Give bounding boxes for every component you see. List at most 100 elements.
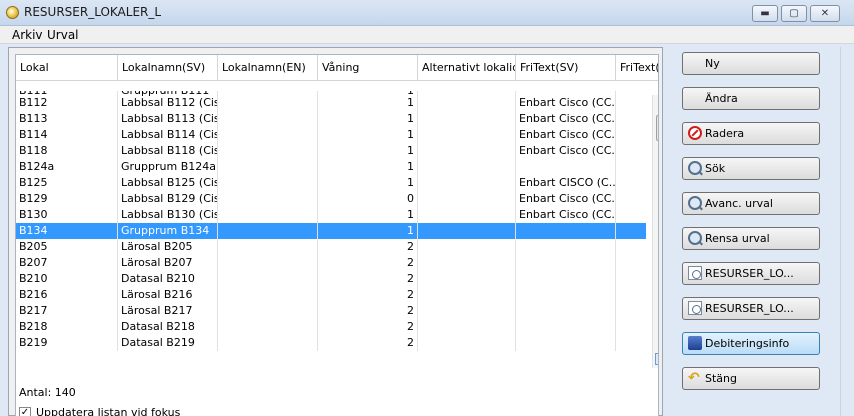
table-row-selected[interactable]: B134 Grupprum B134 1	[16, 223, 646, 239]
column-header-alternativt-lokalid[interactable]: Alternativt lokalid	[418, 55, 516, 81]
cell-lokalnamn-sv: Labbsal B129 (Cis...	[118, 191, 218, 207]
delete-button-label: Radera	[705, 127, 745, 140]
cell-lokal: B134	[16, 223, 118, 239]
cell-lokal: B218	[16, 319, 118, 335]
search-button-label: Sök	[705, 162, 726, 175]
close-button[interactable]: ✕	[810, 5, 840, 22]
cell-lokalnamn-sv: Labbsal B130 (Cis...	[118, 207, 218, 223]
vertical-scrollbar[interactable]: ▲ ▼	[652, 95, 659, 368]
table-row[interactable]: B210 Datasal B210 2	[16, 271, 646, 287]
clear-filter-button-label: Rensa urval	[705, 232, 770, 245]
search-icon	[688, 231, 702, 245]
cell-lokalnamn-sv: Datasal B210	[118, 271, 218, 287]
cell-alternativt-lokalid	[418, 127, 516, 143]
report-button-2[interactable]: RESURSER_LO...	[682, 297, 820, 320]
menu-urval[interactable]: Urval	[47, 28, 79, 42]
scroll-up-icon[interactable]: ▲	[655, 97, 659, 109]
column-header-fritext-sv[interactable]: FriText(SV)	[516, 55, 616, 81]
table-row[interactable]: B216 Lärosal B216 2	[16, 287, 646, 303]
cell-lokalnamn-en	[218, 143, 318, 159]
column-header-fritext-en[interactable]: FriText(E	[616, 55, 658, 81]
window-title: RESURSER_LOKALER_L	[24, 5, 162, 19]
app-icon	[6, 6, 19, 19]
cell-alternativt-lokalid	[418, 95, 516, 111]
menu-bar: Arkiv Urval	[0, 26, 854, 44]
column-header-lokalnamn-en[interactable]: Lokalnamn(EN)	[218, 55, 318, 81]
title-bar: RESURSER_LOKALER_L ▬ ▢ ✕	[0, 0, 854, 26]
report-button-1[interactable]: RESURSER_LO...	[682, 262, 820, 285]
cell-alternativt-lokalid	[418, 175, 516, 191]
row-count: Antal: 140	[19, 386, 76, 399]
clear-filter-button[interactable]: Rensa urval	[682, 227, 820, 250]
maximize-button[interactable]: ▢	[781, 5, 807, 22]
table-header: Lokal Lokalnamn(SV) Lokalnamn(EN) Våning…	[16, 55, 658, 81]
cell-lokalnamn-en	[218, 223, 318, 239]
cell-fritext-sv	[516, 335, 616, 351]
table-row[interactable]: B112Labbsal B112 (Cis... 1 Enbart Cisco (C…	[16, 95, 646, 111]
column-header-lokalnamn-sv[interactable]: Lokalnamn(SV)	[118, 55, 218, 81]
cell-alternativt-lokalid	[418, 335, 516, 351]
cell-fritext-sv	[516, 159, 616, 175]
column-header-vaning[interactable]: Våning	[318, 55, 418, 81]
table-row[interactable]: B218 Datasal B218 2	[16, 319, 646, 335]
new-button[interactable]: Ny	[682, 52, 820, 75]
advanced-filter-button[interactable]: Avanc. urval	[682, 192, 820, 215]
table-row[interactable]: B118Labbsal B118 (Cis... 1 Enbart Cisco (C…	[16, 143, 646, 159]
cell-vaning: 0	[318, 191, 418, 207]
cell-lokalnamn-sv: Lärosal B217	[118, 303, 218, 319]
cell-alternativt-lokalid	[418, 303, 516, 319]
cell-alternativt-lokalid	[418, 255, 516, 271]
close-window-button-label: Stäng	[705, 372, 737, 385]
cell-vaning: 2	[318, 303, 418, 319]
cell-vaning: 1	[318, 127, 418, 143]
cell-lokalnamn-sv: Labbsal B114 (Cis...	[118, 127, 218, 143]
delete-button[interactable]: Radera	[682, 122, 820, 145]
cell-lokal: B210	[16, 271, 118, 287]
cell-lokalnamn-en	[218, 239, 318, 255]
edit-button[interactable]: Ändra	[682, 87, 820, 110]
table-row[interactable]: B129Labbsal B129 (Cis... 0 Enbart Cisco (C…	[16, 191, 646, 207]
cell-lokal: B118	[16, 143, 118, 159]
cell-alternativt-lokalid	[418, 207, 516, 223]
cell-lokalnamn-sv: Grupprum B134	[118, 223, 218, 239]
scroll-down-icon[interactable]: ▼	[655, 353, 658, 365]
table-row[interactable]: B113Labbsal B113 (Cis... 1 Enbart Cisco (C…	[16, 111, 646, 127]
cell-lokalnamn-sv: Lärosal B216	[118, 287, 218, 303]
billing-icon	[688, 336, 702, 350]
table-row[interactable]: B217 Lärosal B217 2	[16, 303, 646, 319]
cell-fritext-sv	[516, 223, 616, 239]
cell-lokalnamn-sv: Labbsal B112 (Cis...	[118, 95, 218, 111]
update-list-checkbox[interactable]: ✓	[19, 407, 31, 416]
cell-alternativt-lokalid	[418, 287, 516, 303]
cell-fritext-sv: Enbart Cisco (CC...	[516, 207, 616, 223]
cell-fritext-sv	[516, 271, 616, 287]
table-row[interactable]: B130Labbsal B130 (Cis... 1 Enbart Cisco (C…	[16, 207, 646, 223]
menu-arkiv[interactable]: Arkiv	[12, 28, 43, 42]
cell-lokal: B129	[16, 191, 118, 207]
back-arrow-icon: ↶	[688, 370, 700, 386]
cell-fritext-sv	[516, 287, 616, 303]
table-row[interactable]: B114Labbsal B114 (Cis... 1 Enbart Cisco (C…	[16, 127, 646, 143]
table-row[interactable]: B207 Lärosal B207 2	[16, 255, 646, 271]
minimize-button[interactable]: ▬	[752, 5, 778, 22]
cell-lokal: B217	[16, 303, 118, 319]
cell-vaning: 1	[318, 143, 418, 159]
cell-vaning: 2	[318, 271, 418, 287]
cell-alternativt-lokalid	[418, 191, 516, 207]
table-row[interactable]: B124a Grupprum B124a 1	[16, 159, 646, 175]
cell-alternativt-lokalid	[418, 319, 516, 335]
search-button[interactable]: Sök	[682, 157, 820, 180]
billing-info-button[interactable]: Debiteringsinfo	[682, 332, 820, 355]
table-row[interactable]: B205 Lärosal B205 2	[16, 239, 646, 255]
scroll-thumb[interactable]	[656, 115, 658, 141]
close-window-button[interactable]: ↶ Stäng	[682, 367, 820, 390]
table-row[interactable]: B125Labbsal B125 (Cis... 1 Enbart CISCO (C…	[16, 175, 646, 191]
column-header-lokal[interactable]: Lokal	[16, 55, 118, 81]
rooms-table[interactable]: Lokal Lokalnamn(SV) Lokalnamn(EN) Våning…	[15, 54, 659, 416]
cell-lokal: B130	[16, 207, 118, 223]
cell-lokal: B124a	[16, 159, 118, 175]
cell-vaning: 2	[318, 287, 418, 303]
table-row[interactable]: B219 Datasal B219 2	[16, 335, 646, 351]
cell-lokal: B216	[16, 287, 118, 303]
cell-lokalnamn-sv: Labbsal B125 (Cis...	[118, 175, 218, 191]
